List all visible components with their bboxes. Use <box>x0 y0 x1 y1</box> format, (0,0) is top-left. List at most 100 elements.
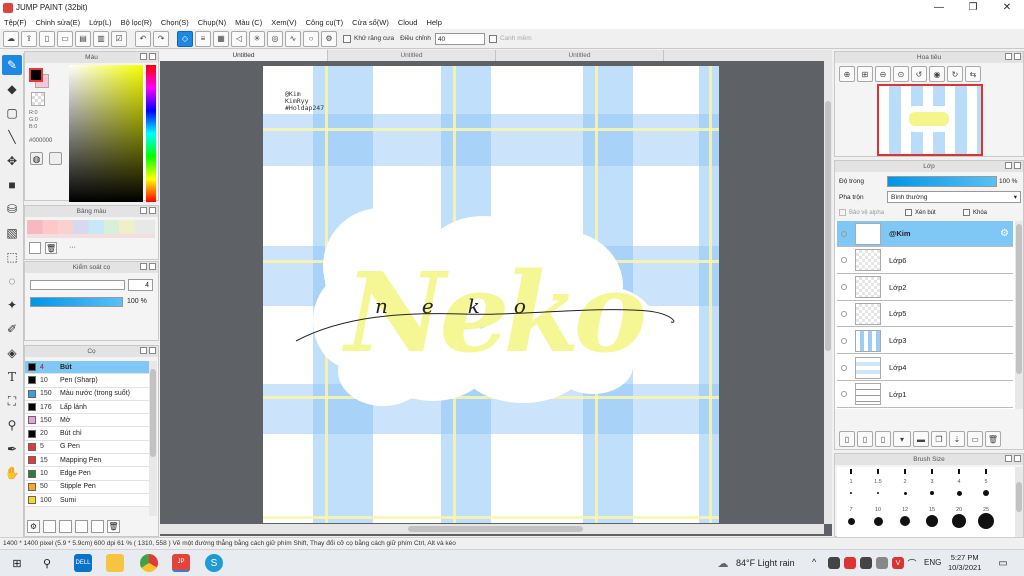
swatch-more[interactable]: ··· <box>69 244 76 251</box>
brush-size-input[interactable]: 4 <box>128 279 153 291</box>
brush-opacity-slider[interactable] <box>30 297 123 307</box>
brush-size-option[interactable] <box>904 469 906 474</box>
brush-import-icon[interactable] <box>91 520 104 533</box>
tray-app-icon[interactable] <box>860 557 872 569</box>
zoom-out-icon[interactable]: ⊖ <box>875 66 891 82</box>
lasso-tool-icon[interactable]: ◌ <box>2 271 22 291</box>
layer-visibility-icon[interactable] <box>841 391 847 398</box>
layer-visibility-icon[interactable] <box>841 284 847 291</box>
brush-size-option[interactable] <box>958 469 960 474</box>
menu-layer[interactable]: Lớp(L) <box>89 18 111 27</box>
move-tool-icon[interactable]: ✥ <box>2 151 22 171</box>
layer-settings-gear-icon[interactable]: ⚙ <box>1000 228 1009 239</box>
tray-app-icon[interactable] <box>844 557 856 569</box>
menu-file[interactable]: Tệp(F) <box>4 18 27 27</box>
pen-select-tool-icon[interactable]: ✒ <box>2 439 22 459</box>
clock[interactable]: 5:27 PM 10/3/2021 <box>948 553 981 573</box>
fill-rect-tool-icon[interactable]: ■ <box>2 175 22 195</box>
menu-filter[interactable]: Bộ lọc(R) <box>121 18 152 27</box>
brush-size-option[interactable] <box>903 491 907 495</box>
new-layer-1bit-icon[interactable]: ▯ <box>875 431 891 447</box>
menu-help[interactable]: Help <box>426 18 441 27</box>
brush-size-scrollbar[interactable] <box>1015 467 1023 537</box>
menu-select[interactable]: Chọn(S) <box>161 18 189 27</box>
bucket-select-tool-icon[interactable]: ⛶ <box>2 391 22 411</box>
brush-size-option[interactable] <box>930 491 934 495</box>
layer-row[interactable]: Lớp1 <box>837 381 1013 408</box>
brush-size-option[interactable] <box>900 516 910 526</box>
brush-item[interactable]: 10 Edge Pen <box>25 467 150 481</box>
gradient-tool-icon[interactable]: ▧ <box>2 223 22 243</box>
perspective-icon[interactable]: ◁ <box>231 30 247 47</box>
brush-item[interactable]: 176 Lấp lánh <box>25 400 150 415</box>
brush-item[interactable]: 5 G Pen <box>25 440 150 455</box>
brush-size-option[interactable] <box>876 491 880 495</box>
skype-icon[interactable]: S <box>205 554 223 572</box>
select-eraser-tool-icon[interactable]: ◈ <box>2 343 22 363</box>
delete-swatch-icon[interactable]: 🗑 <box>45 242 57 254</box>
brush-size-option[interactable] <box>931 469 933 474</box>
brush-item[interactable]: 100 Sumi <box>25 493 150 508</box>
brush-size-option[interactable] <box>985 469 987 474</box>
windows-start-icon[interactable]: ⊞ <box>8 554 26 572</box>
navigator-preview[interactable] <box>877 84 983 156</box>
checklist-icon[interactable]: ☑ <box>111 30 127 47</box>
eraser-tool-icon[interactable]: ◆ <box>2 79 22 99</box>
tray-app-icon[interactable]: V <box>892 557 904 569</box>
swatch-grid[interactable] <box>27 220 155 234</box>
panel-float-icon[interactable] <box>1005 53 1012 60</box>
layer-row[interactable]: Lớp6 <box>837 247 1013 274</box>
panel-float-icon[interactable] <box>140 347 147 354</box>
flip-icon[interactable]: ⇆ <box>965 66 981 82</box>
curve-icon[interactable]: ∿ <box>285 30 301 47</box>
rotate-right-icon[interactable]: ↻ <box>947 66 963 82</box>
search-icon[interactable]: ⚲ <box>38 554 56 572</box>
delete-layer-icon[interactable]: 🗑 <box>985 431 1001 447</box>
new-swatch-icon[interactable] <box>29 242 41 254</box>
layer-row[interactable]: Lớp2 <box>837 274 1013 301</box>
wifi-icon[interactable]: ⌒ <box>906 557 918 569</box>
brush-settings-gear-icon[interactable]: ⚙ <box>27 520 40 533</box>
layer-row[interactable]: Lớp5 <box>837 301 1013 328</box>
menu-capture[interactable]: Chụp(N) <box>198 18 226 27</box>
menu-color[interactable]: Màu (C) <box>235 18 262 27</box>
panel-float-icon[interactable] <box>140 53 147 60</box>
tray-chevron-icon[interactable]: ^ <box>812 557 816 567</box>
protect-alpha-checkbox[interactable]: Bảo vệ alpha <box>839 209 884 216</box>
soft-snap-checkbox[interactable]: Canh mềm <box>488 34 532 43</box>
brush-add-icon[interactable] <box>43 520 56 533</box>
page-icon[interactable]: ▤ <box>75 30 91 47</box>
document-tab[interactable]: Untitled <box>496 50 664 61</box>
panel-float-icon[interactable] <box>140 263 147 270</box>
blend-mode-select[interactable]: Bình thường ▾ <box>887 191 1021 203</box>
panel-close-icon[interactable] <box>149 263 156 270</box>
settings-gear-icon[interactable]: ⚙ <box>321 30 337 47</box>
close-button[interactable]: ✕ <box>990 0 1024 15</box>
brush-copy-icon[interactable] <box>59 520 72 533</box>
magic-wand-tool-icon[interactable]: ✦ <box>2 295 22 315</box>
file-explorer-icon[interactable] <box>106 554 124 572</box>
brush-item[interactable]: 15 Mapping Pen <box>25 454 150 468</box>
brush-list-scrollbar[interactable] <box>149 361 157 516</box>
panel-float-icon[interactable] <box>1005 455 1012 462</box>
menu-edit[interactable]: Chỉnh sửa(E) <box>36 18 81 27</box>
select-rect-tool-icon[interactable]: ⬚ <box>2 247 22 267</box>
panel-close-icon[interactable] <box>1014 162 1021 169</box>
weather-text[interactable]: 84°F Light rain <box>736 558 795 568</box>
maximize-button[interactable]: ❐ <box>956 0 990 15</box>
tray-app-icon[interactable] <box>828 557 840 569</box>
swatch-grid-row2[interactable] <box>27 234 155 238</box>
brush-size-option[interactable] <box>978 513 994 529</box>
brush-size-option[interactable] <box>952 514 966 528</box>
brush-size-option[interactable] <box>877 469 879 474</box>
color-mode-icon[interactable] <box>49 152 62 165</box>
layer-visibility-icon[interactable] <box>841 230 847 237</box>
panel-close-icon[interactable] <box>149 53 156 60</box>
brush-size-option[interactable] <box>847 517 855 525</box>
notification-icon[interactable]: ▭ <box>996 554 1010 572</box>
rotate-reset-icon[interactable]: ◉ <box>929 66 945 82</box>
zoom-in-icon[interactable]: ⊕ <box>839 66 855 82</box>
brush-item[interactable]: 150 Màu nước (trong suốt) <box>25 387 150 401</box>
hue-slider[interactable] <box>146 65 156 202</box>
panel-close-icon[interactable] <box>1014 53 1021 60</box>
